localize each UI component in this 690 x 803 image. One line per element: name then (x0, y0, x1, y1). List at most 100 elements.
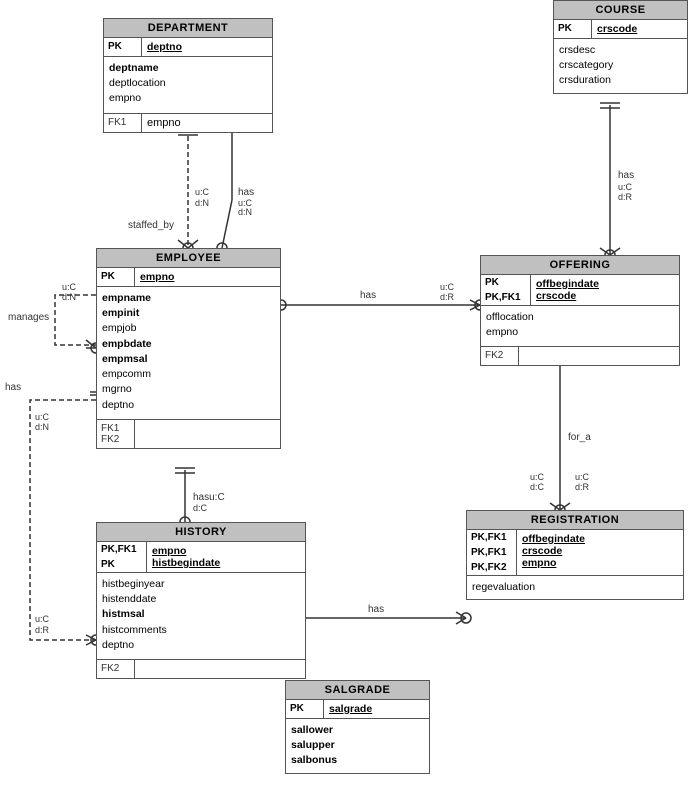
history-header: HISTORY (97, 523, 305, 542)
employee-pk-attr: empno (135, 268, 179, 286)
dept-attr-empno: empno (109, 91, 267, 106)
reg-pk-label3: PK,FK2 (467, 560, 516, 575)
svg-text:manages: manages (8, 312, 49, 323)
offering-pk-label2: PK,FK1 (481, 290, 530, 305)
svg-text:hasu:C: hasu:C (193, 492, 225, 503)
reg-pk-field2: crscode (522, 545, 678, 557)
history-pk-attrs: empno histbegindate (147, 542, 305, 572)
svg-text:u:C: u:C (62, 282, 77, 292)
reg-pk-label2: PK,FK1 (467, 545, 516, 560)
emp-attr-empmsal: empmsal (102, 352, 275, 367)
svg-text:for_a: for_a (568, 432, 591, 443)
entity-employee: EMPLOYEE PK empno empname empinit empjob… (96, 248, 281, 449)
offering-pk-attrs: offbegindate crscode (531, 275, 679, 305)
emp-attr-empinit: empinit (102, 306, 275, 321)
salgrade-attr-salupper: salupper (291, 738, 424, 753)
dept-attr-deptname: deptname (109, 61, 267, 76)
emp-attr-empcomm: empcomm (102, 367, 275, 382)
dept-attr-deptlocation: deptlocation (109, 76, 267, 91)
svg-text:d:N: d:N (35, 422, 49, 432)
svg-text:u:C: u:C (440, 282, 455, 292)
dept-fk1-label: FK1 (104, 114, 142, 132)
salgrade-header: SALGRADE (286, 681, 429, 700)
svg-text:has: has (5, 382, 21, 393)
svg-text:has: has (360, 290, 376, 301)
svg-text:has: has (618, 170, 634, 181)
salgrade-attr-sallower: sallower (291, 723, 424, 738)
svg-text:u:C: u:C (35, 614, 50, 624)
department-header: DEPARTMENT (104, 19, 272, 38)
emp-attr-deptno: deptno (102, 398, 275, 413)
salgrade-pk-label: PK (286, 700, 324, 718)
salgrade-attr-salbonus: salbonus (291, 753, 424, 768)
history-attr-histbeginyear: histbeginyear (102, 577, 300, 592)
course-pk-attr: crscode (592, 20, 642, 38)
svg-text:staffed_by: staffed_by (128, 220, 174, 231)
emp-attr-empname: empname (102, 291, 275, 306)
offering-fk2-attr (519, 347, 679, 365)
svg-text:d:C: d:C (193, 503, 208, 513)
svg-text:u:C: u:C (35, 412, 50, 422)
offering-pk-field1: offbegindate (536, 278, 674, 290)
svg-text:u:C: u:C (530, 472, 545, 482)
entity-department: DEPARTMENT PK deptno deptname deptlocati… (103, 18, 273, 133)
employee-header: EMPLOYEE (97, 249, 280, 268)
employee-pk-field: empno (140, 271, 174, 283)
dept-fk1-attr: empno (142, 114, 272, 132)
registration-header: REGISTRATION (467, 511, 683, 530)
reg-attr-regevaluation: regevaluation (472, 580, 678, 595)
salgrade-pk-field: salgrade (329, 703, 372, 715)
svg-text:has: has (238, 187, 254, 198)
svg-text:d:N: d:N (62, 292, 76, 302)
employee-pk-label: PK (97, 268, 135, 286)
course-attr-crsdesc: crsdesc (559, 43, 682, 58)
entity-course: COURSE PK crscode crsdesc crscategory cr… (553, 0, 688, 94)
offering-header: OFFERING (481, 256, 679, 275)
svg-text:u:C: u:C (575, 472, 590, 482)
emp-attr-empbdate: empbdate (102, 337, 275, 352)
entity-offering: OFFERING PK PK,FK1 offbegindate crscode … (480, 255, 680, 366)
entity-history: HISTORY PK,FK1 PK empno histbegindate hi… (96, 522, 306, 679)
svg-text:u:C: u:C (618, 182, 633, 192)
offering-pk-label1: PK (481, 275, 530, 290)
svg-text:has: has (368, 604, 384, 615)
svg-text:d:N: d:N (238, 207, 252, 217)
history-attr-histmsal: histmsal (102, 607, 300, 622)
svg-text:d:R: d:R (440, 292, 455, 302)
course-pk-field: crscode (597, 23, 637, 35)
reg-pk-field1: offbegindate (522, 533, 678, 545)
offering-attr-offlocation: offlocation (486, 310, 674, 325)
offering-fk2-label: FK2 (481, 347, 519, 365)
svg-text:d:R: d:R (618, 192, 633, 202)
history-pk-label2: PK (97, 557, 146, 572)
offering-pk-field2: crscode (536, 290, 674, 302)
emp-attr-mgrno: mgrno (102, 382, 275, 397)
reg-pk-field3: empno (522, 557, 678, 569)
svg-text:u:C: u:C (238, 198, 253, 208)
svg-text:d:R: d:R (35, 625, 50, 635)
history-pk-field2: histbegindate (152, 557, 300, 569)
svg-text:d:C: d:C (530, 482, 545, 492)
history-attr-deptno: deptno (102, 638, 300, 653)
emp-attr-empjob: empjob (102, 321, 275, 336)
history-pk-field1: empno (152, 545, 300, 557)
salgrade-pk-attr: salgrade (324, 700, 377, 718)
emp-fk-attr (135, 420, 280, 448)
entity-registration: REGISTRATION PK,FK1 PK,FK1 PK,FK2 offbeg… (466, 510, 684, 600)
course-attr-crscategory: crscategory (559, 58, 682, 73)
entity-salgrade: SALGRADE PK salgrade sallower salupper s… (285, 680, 430, 774)
history-attr-histenddate: histenddate (102, 592, 300, 607)
offering-attr-empno: empno (486, 325, 674, 340)
emp-fk-label: FK1FK2 (97, 420, 135, 448)
course-pk-label: PK (554, 20, 592, 38)
svg-text:d:N: d:N (195, 198, 209, 208)
course-header: COURSE (554, 1, 687, 20)
history-fk2-label: FK2 (97, 660, 135, 678)
course-attr-crsduration: crsduration (559, 73, 682, 88)
department-pk-field: deptno (147, 41, 182, 53)
department-pk-label: PK (104, 38, 142, 56)
department-pk-attr: deptno (142, 38, 187, 56)
reg-pk-label1: PK,FK1 (467, 530, 516, 545)
erd-diagram: u:C d:N staffed_by has u:C d:N manages u… (0, 0, 690, 803)
history-attr-histcomments: histcomments (102, 623, 300, 638)
